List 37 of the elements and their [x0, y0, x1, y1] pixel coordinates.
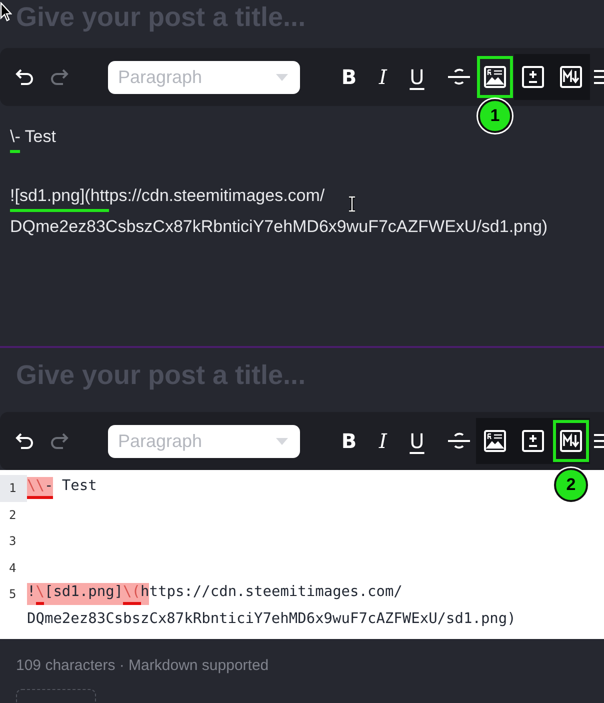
caret-icon — [276, 438, 288, 444]
redo-arrow-icon — [49, 68, 69, 86]
format-placeholder: Paragraph — [118, 430, 202, 452]
plus-minus-icon — [522, 66, 544, 88]
paragraph-text: ![sd1.png](https://cdn.steemitimages.com/ DQme2ez83CsbszCx87kRbnticiY7ehMD6x9wuF7cAZFWExU/sd1.png) — [10, 185, 548, 238]
line-number: 5 — [9, 587, 16, 602]
underline-button[interactable]: U — [400, 59, 434, 95]
image-text-button[interactable] — [477, 56, 513, 98]
line-number: 1 — [9, 481, 16, 496]
line-number: 3 — [9, 534, 16, 548]
undo-arrow-icon — [15, 432, 35, 450]
mouse-cursor-icon — [0, 2, 12, 22]
format-placeholder: Paragraph — [118, 66, 202, 88]
markdown-button[interactable] — [553, 420, 589, 462]
image-text-icon — [484, 66, 506, 88]
markdown-icon — [560, 430, 582, 452]
text-cursor-icon — [348, 196, 356, 212]
status-text: 109 characters · Markdown supported — [16, 657, 269, 674]
italic-button[interactable]: I — [366, 59, 400, 95]
plus-minus-icon — [522, 430, 544, 452]
code-line: \\- Test — [27, 477, 97, 500]
bold-button[interactable]: B — [332, 423, 366, 459]
code-line: DQme2ez83CsbszCx87kRbnticiY7ehMD6x9wuF7cAZFWExU/sd1.png) — [27, 610, 516, 629]
markdown-icon — [560, 66, 582, 88]
line-number: 4 — [9, 560, 16, 575]
italic-button[interactable]: I — [366, 423, 400, 459]
step-number-badge: 2 — [554, 468, 588, 502]
underline-button[interactable]: U — [400, 423, 434, 459]
bold-button[interactable]: B — [332, 59, 366, 95]
caret-icon — [276, 74, 288, 80]
line-number: 2 — [9, 508, 16, 522]
image-text-icon — [484, 430, 506, 452]
step-number-badge: 1 — [478, 99, 512, 133]
undo-arrow-icon — [15, 68, 35, 86]
paragraph-text: \- Test — [10, 122, 56, 153]
redo-arrow-icon — [49, 432, 69, 450]
code-line: !\[sd1.png]\(https://cdn.steemitimages.com/ — [27, 583, 402, 606]
